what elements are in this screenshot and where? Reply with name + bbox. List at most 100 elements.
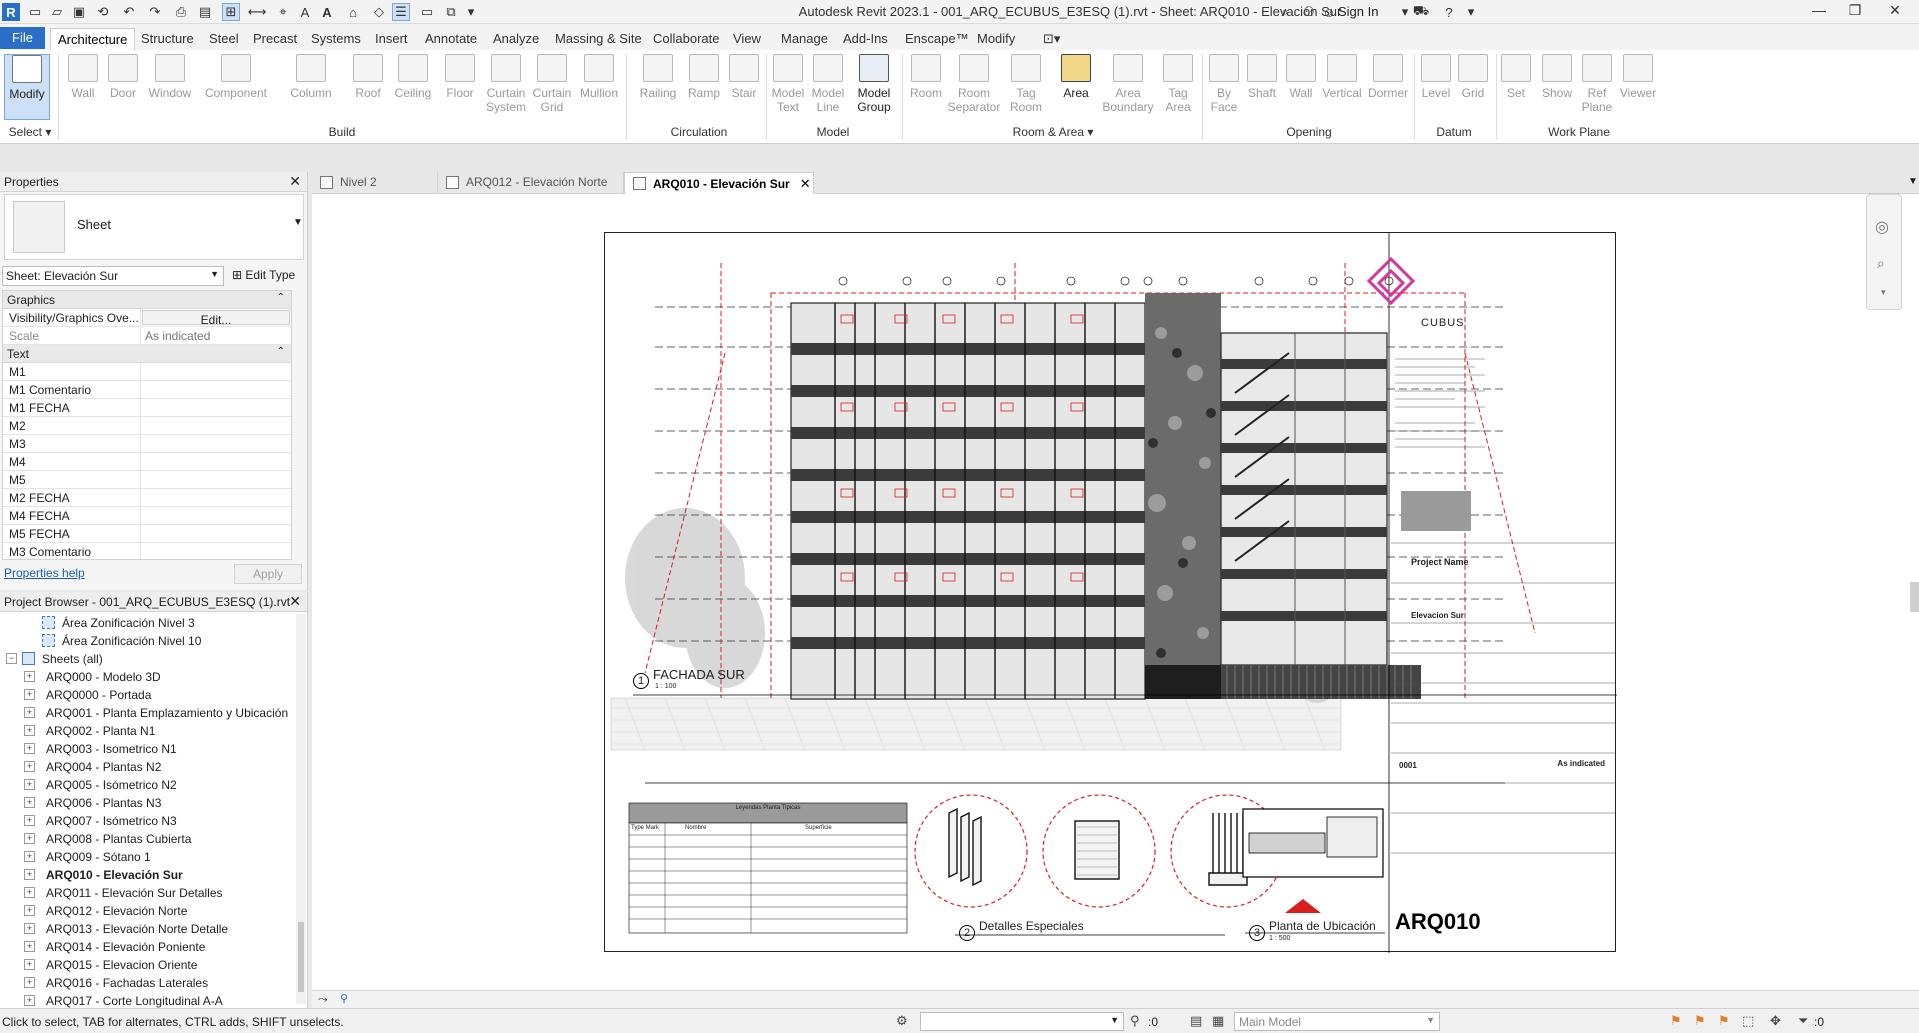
expand-icon[interactable]: +: [24, 941, 35, 952]
scrollbar-thumb[interactable]: [298, 922, 304, 992]
select-by-face-icon[interactable]: ⬚: [1742, 1013, 1754, 1029]
redo-icon[interactable]: ↷: [146, 3, 164, 21]
area-boundary-button[interactable]: Area Boundary: [1100, 54, 1156, 120]
view-tab[interactable]: Nivel 2: [312, 172, 438, 194]
opening-wall-button[interactable]: Wall: [1284, 54, 1318, 120]
expand-icon[interactable]: +: [24, 743, 35, 754]
show-button[interactable]: Show: [1538, 54, 1576, 120]
properties-help-link[interactable]: Properties help: [4, 566, 85, 580]
railing-button[interactable]: Railing: [636, 54, 680, 120]
property-value[interactable]: [141, 417, 291, 434]
property-row[interactable]: M5: [3, 471, 291, 489]
group-graphics[interactable]: Graphics ⌃: [3, 291, 291, 309]
roof-button[interactable]: Roof: [350, 54, 386, 120]
editable-only-icon[interactable]: ▦: [1212, 1013, 1224, 1029]
close-icon[interactable]: ✕: [289, 173, 301, 190]
expand-icon[interactable]: +: [24, 671, 35, 682]
set-button[interactable]: Set: [1500, 54, 1532, 120]
expand-icon[interactable]: +: [24, 833, 35, 844]
property-value[interactable]: [141, 507, 291, 524]
tab-analyze[interactable]: Analyze: [486, 28, 546, 50]
property-row[interactable]: Visibility/Graphics Ove... Edit...: [3, 309, 291, 327]
ramp-button[interactable]: Ramp: [684, 54, 724, 120]
modify-button[interactable]: Modify: [4, 54, 50, 120]
property-row[interactable]: M3: [3, 435, 291, 453]
property-row[interactable]: M4 FECHA: [3, 507, 291, 525]
property-row[interactable]: M3 Comentario: [3, 543, 291, 559]
section-icon[interactable]: ◇: [370, 3, 388, 21]
pin-icon[interactable]: ⚲: [340, 992, 348, 1005]
property-row[interactable]: M5 FECHA: [3, 525, 291, 543]
tab-view[interactable]: View: [726, 28, 768, 50]
stair-button[interactable]: Stair: [726, 54, 762, 120]
dormer-button[interactable]: Dormer: [1366, 54, 1410, 120]
view-tab-active[interactable]: ARQ010 - Elevación Sur ✕: [624, 172, 814, 194]
property-row[interactable]: M2: [3, 417, 291, 435]
dimension-icon[interactable]: ⟷: [248, 3, 267, 21]
property-value[interactable]: [141, 489, 291, 506]
steering-wheel-icon[interactable]: ◎: [1875, 217, 1889, 237]
close-icon[interactable]: ✕: [289, 593, 301, 610]
filter-icon[interactable]: ⚲: [1130, 1013, 1140, 1029]
room-separator-button[interactable]: Room Separator: [946, 54, 1002, 120]
level-button[interactable]: Level: [1418, 54, 1454, 120]
3d-view-icon[interactable]: ⌂: [344, 3, 362, 21]
curtain-system-button[interactable]: Curtain System: [484, 54, 528, 120]
tab-collaborate[interactable]: Collaborate: [646, 28, 727, 50]
expand-icon[interactable]: +: [24, 851, 35, 862]
edit-type-button[interactable]: ⊞ Edit Type: [232, 268, 295, 282]
apply-button[interactable]: Apply: [234, 564, 302, 584]
expand-icon[interactable]: +: [24, 815, 35, 826]
drawing-sheet[interactable]: CUBUS Project Name Elevacion Sur 0001 As…: [604, 232, 1617, 953]
property-value[interactable]: [141, 543, 291, 559]
tab-modify[interactable]: Modify: [970, 28, 1022, 50]
column-button[interactable]: Column: [286, 54, 336, 120]
sync-icon[interactable]: ⟲: [94, 3, 112, 21]
open-folder-icon[interactable]: ▱: [48, 3, 66, 21]
help-dropdown-icon[interactable]: ▾: [1462, 3, 1480, 21]
room-button[interactable]: Room: [908, 54, 944, 120]
ceiling-button[interactable]: Ceiling: [390, 54, 436, 120]
maximize-button[interactable]: ❐: [1838, 2, 1872, 22]
expand-icon[interactable]: +: [24, 779, 35, 790]
room-area-panel-label[interactable]: Room & Area ▾: [908, 125, 1198, 139]
expand-icon[interactable]: +: [24, 887, 35, 898]
tag-area-button[interactable]: Tag Area: [1160, 54, 1196, 120]
ribbon-options-icon[interactable]: ⊡▾: [1036, 28, 1067, 50]
temporary-hide-icon[interactable]: ⤳: [318, 992, 328, 1007]
property-row[interactable]: Scale As indicated: [3, 327, 291, 345]
save-icon[interactable]: ▣: [70, 3, 88, 21]
property-value[interactable]: [141, 453, 291, 470]
property-value[interactable]: [141, 381, 291, 398]
design-option-combo[interactable]: Main Model ▼: [1234, 1012, 1440, 1031]
sign-in-link[interactable]: Sign In: [1338, 4, 1378, 19]
expand-icon[interactable]: +: [24, 923, 35, 934]
floor-button[interactable]: Floor: [440, 54, 480, 120]
property-value[interactable]: [141, 435, 291, 452]
zoom-icon[interactable]: ⌕: [1877, 255, 1885, 272]
select-pinned-icon[interactable]: ⚑: [1718, 1013, 1730, 1029]
close-views-icon[interactable]: ▭: [418, 3, 436, 21]
component-button[interactable]: Component: [200, 54, 272, 120]
model-group-button[interactable]: Model Group: [852, 54, 896, 120]
qat-dropdown-icon[interactable]: ▾: [462, 3, 480, 21]
expand-icon[interactable]: +: [24, 869, 35, 880]
instance-selector[interactable]: Sheet: Elevación Sur ▼: [2, 266, 224, 286]
viewer-button[interactable]: Viewer: [1618, 54, 1658, 120]
type-selector[interactable]: Sheet ▼: [4, 194, 304, 260]
pdf-icon[interactable]: ▤: [196, 3, 214, 21]
tag-room-button[interactable]: Tag Room: [1006, 54, 1046, 120]
tab-file[interactable]: File: [0, 27, 45, 49]
revit-logo-icon[interactable]: R: [2, 3, 20, 21]
canvas-scrollbar[interactable]: [1910, 582, 1919, 612]
tag-icon[interactable]: ⌖: [274, 3, 292, 21]
by-face-button[interactable]: By Face: [1208, 54, 1240, 120]
thin-lines-icon[interactable]: ☰: [392, 3, 410, 21]
expand-icon[interactable]: +: [24, 761, 35, 772]
binoculars-icon[interactable]: ⚇: [1300, 3, 1318, 21]
expand-icon[interactable]: +: [24, 959, 35, 970]
nav-dropdown-icon[interactable]: ▾: [1881, 287, 1886, 298]
collapse-icon[interactable]: −: [6, 653, 17, 664]
user-icon[interactable]: ☺: [1320, 3, 1338, 21]
mullion-button[interactable]: Mullion: [576, 54, 622, 120]
